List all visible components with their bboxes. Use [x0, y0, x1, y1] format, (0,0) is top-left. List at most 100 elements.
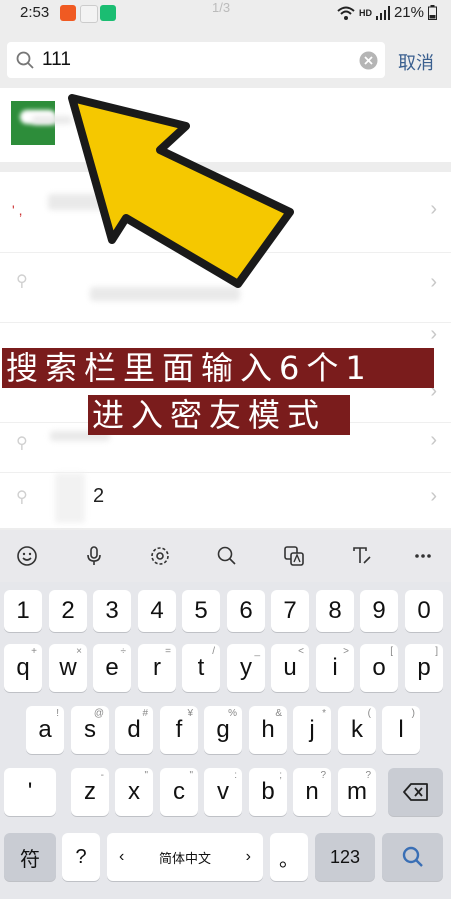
number-switch-key[interactable]: 123 — [315, 833, 375, 881]
key-w[interactable]: × w — [49, 644, 87, 692]
key-hint: ! — [56, 708, 59, 719]
key-hint: - — [100, 770, 104, 781]
key-hint: ? — [365, 770, 371, 781]
key-label: j — [309, 716, 315, 743]
key-z[interactable]: -z — [71, 768, 109, 816]
key-label: f — [175, 716, 183, 743]
key-label: z — [84, 778, 96, 805]
key-label: o — [372, 654, 386, 681]
key-hint: × — [76, 646, 82, 657]
key-r[interactable]: = r — [138, 644, 176, 692]
key-hint: & — [275, 708, 282, 719]
backspace-key[interactable] — [388, 768, 443, 816]
key-x[interactable]: " x — [115, 768, 153, 816]
key-7[interactable]: 7 — [271, 590, 309, 632]
key-3[interactable]: 3 — [93, 590, 131, 632]
key-5[interactable]: 5 — [182, 590, 220, 632]
key-label: b — [261, 778, 275, 805]
key-o[interactable]: [o — [360, 644, 398, 692]
key-1[interactable]: 1 — [4, 590, 42, 632]
key-hint: [ — [390, 646, 393, 657]
key-hint: : — [234, 770, 237, 781]
key-hint: > — [343, 646, 349, 657]
key-hint: " — [189, 770, 193, 781]
key-n[interactable]: ? n — [293, 768, 331, 816]
keyboard-toolbar — [0, 530, 451, 582]
key-apostrophe[interactable]: ' — [4, 768, 56, 816]
key-g[interactable]: % g — [204, 706, 242, 754]
key-t[interactable]: / t — [182, 644, 220, 692]
symbols-key[interactable]: 符 — [4, 833, 56, 881]
key-c[interactable]: " c — [160, 768, 198, 816]
key-v[interactable]: :v — [204, 768, 242, 816]
key-9[interactable]: 9 — [360, 590, 398, 632]
period-key[interactable]: 。 — [270, 833, 308, 881]
key-label: r — [153, 654, 161, 681]
key-a[interactable]: ! a — [26, 706, 64, 754]
keyboard: 1 2 3 4 5 6 7 8 9 0 + q × w ÷ e = r / t _ y < u… — [0, 582, 451, 899]
key-k[interactable]: (k — [338, 706, 376, 754]
key-f[interactable]: ¥ f — [160, 706, 198, 754]
key-label: h — [261, 716, 275, 743]
emoji-icon[interactable] — [13, 542, 41, 570]
key-hint: " — [144, 770, 148, 781]
key-label: e — [105, 654, 119, 681]
search-key[interactable] — [382, 833, 443, 881]
question-key[interactable]: ? — [62, 833, 100, 881]
key-0[interactable]: 0 — [405, 590, 443, 632]
chevron-right-icon: › — [245, 848, 251, 865]
key-label: u — [283, 654, 297, 681]
search-icon — [402, 846, 423, 867]
key-6[interactable]: 6 — [227, 590, 265, 632]
microphone-icon[interactable] — [80, 542, 108, 570]
key-l[interactable]: ) l — [382, 706, 420, 754]
key-d[interactable]: # d — [115, 706, 153, 754]
annotation-line-2: 进入密友模式 — [88, 395, 350, 435]
translate-icon[interactable] — [280, 542, 308, 570]
search-icon[interactable] — [213, 542, 241, 570]
key-j[interactable]: * j — [293, 706, 331, 754]
key-h[interactable]: & h — [249, 706, 287, 754]
key-p[interactable]: ] p — [405, 644, 443, 692]
key-hint: ¥ — [187, 708, 193, 719]
key-y[interactable]: _ y — [227, 644, 265, 692]
key-label: g — [216, 716, 230, 743]
key-hint: < — [298, 646, 304, 657]
key-label: t — [197, 654, 205, 681]
key-label: m — [347, 778, 367, 805]
key-s[interactable]: @ s — [71, 706, 109, 754]
backspace-icon — [402, 783, 428, 801]
key-hint: * — [322, 708, 326, 719]
settings-icon[interactable] — [146, 542, 174, 570]
key-e[interactable]: ÷ e — [93, 644, 131, 692]
key-hint: + — [31, 646, 37, 657]
key-hint: % — [228, 708, 237, 719]
space-key[interactable]: ‹ 简体中文 › — [107, 833, 263, 881]
key-label: k — [351, 716, 363, 743]
key-hint: / — [212, 646, 215, 657]
more-icon[interactable] — [409, 542, 437, 570]
key-u[interactable]: < u — [271, 644, 309, 692]
key-i[interactable]: > i — [316, 644, 354, 692]
handwriting-icon[interactable] — [347, 542, 375, 570]
key-hint: _ — [254, 646, 260, 657]
key-label: i — [332, 654, 338, 681]
key-label: d — [127, 716, 141, 743]
key-hint: ( — [367, 708, 371, 719]
key-q[interactable]: + q — [4, 644, 42, 692]
key-hint: # — [142, 708, 148, 719]
key-4[interactable]: 4 — [138, 590, 176, 632]
key-label: w — [59, 654, 77, 681]
key-b[interactable]: ; b — [249, 768, 287, 816]
key-hint: ÷ — [120, 646, 127, 657]
annotation-arrow — [68, 94, 294, 288]
key-hint: @ — [93, 708, 104, 719]
key-m[interactable]: ? m — [338, 768, 376, 816]
key-2[interactable]: 2 — [49, 590, 87, 632]
chevron-left-icon: ‹ — [119, 848, 125, 865]
key-label: s — [84, 716, 96, 743]
key-8[interactable]: 8 — [316, 590, 354, 632]
language-label: 简体中文 — [158, 850, 211, 866]
key-hint: ? — [320, 770, 326, 781]
key-hint: ] — [435, 646, 438, 657]
